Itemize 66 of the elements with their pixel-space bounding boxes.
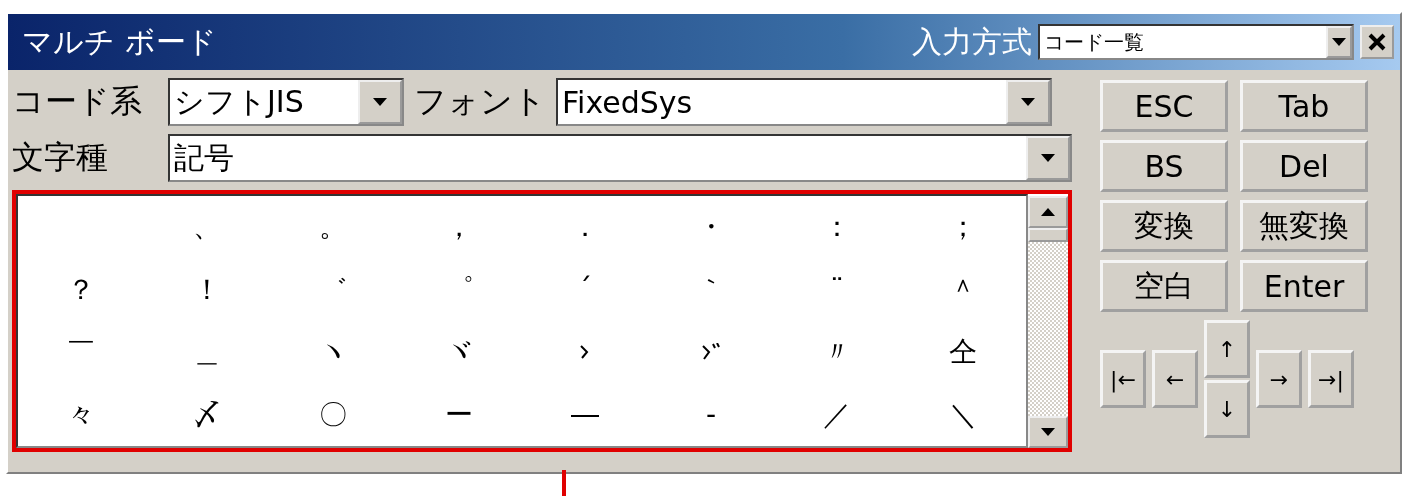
down-arrow-icon — [1041, 428, 1055, 436]
key-button[interactable]: 空白 — [1100, 260, 1228, 312]
close-icon — [1368, 33, 1386, 51]
character-cell[interactable]: ヽ — [319, 333, 347, 372]
char-type-dropdown[interactable]: 記号 — [168, 134, 1072, 182]
key-button[interactable]: 変換 — [1100, 200, 1228, 252]
window-title: マルチ ボード — [22, 22, 218, 61]
key-button[interactable]: Tab — [1240, 80, 1368, 132]
character-cell[interactable]: ！ — [193, 270, 221, 309]
character-cell[interactable]: ― — [571, 398, 599, 432]
scroll-up-button[interactable] — [1028, 196, 1068, 228]
character-cell[interactable]: ￣ — [67, 333, 95, 372]
character-cell[interactable]: ・ — [697, 208, 725, 247]
character-cell[interactable]: ＿ — [193, 333, 221, 372]
character-cell[interactable]: ？ — [67, 270, 95, 309]
end-key[interactable]: →| — [1308, 350, 1354, 408]
character-cell[interactable]: ＼ — [949, 395, 977, 434]
key-button[interactable]: ESC — [1100, 80, 1228, 132]
scroll-thumb[interactable] — [1028, 228, 1068, 242]
scrollbar[interactable] — [1028, 194, 1068, 448]
code-system-label: コード系 — [12, 81, 143, 122]
character-cell[interactable]: ／ — [823, 395, 851, 434]
character-cell[interactable]: ヾ — [445, 333, 473, 372]
input-method-label: 入力方式 — [912, 22, 1032, 61]
down-arrow-icon — [1041, 154, 1055, 162]
right-key[interactable]: → — [1256, 350, 1302, 408]
character-cell[interactable]: ｀ — [697, 270, 725, 309]
down-arrow-icon — [1021, 98, 1035, 106]
character-cell[interactable]: ー — [445, 395, 473, 434]
font-dropdown[interactable]: FixedSys — [556, 78, 1052, 126]
left-key[interactable]: ← — [1152, 350, 1198, 408]
input-method-dropdown[interactable]: コード一覧 — [1038, 24, 1354, 60]
key-button[interactable]: 無変換 — [1240, 200, 1368, 252]
key-button[interactable]: Del — [1240, 140, 1368, 192]
character-cell[interactable]: ゛ — [318, 270, 348, 309]
character-cell[interactable]: ； — [949, 208, 977, 247]
scroll-down-button[interactable] — [1028, 416, 1068, 448]
voiced-iteration-mark-icon[interactable] — [701, 343, 721, 362]
character-cell[interactable]: ＾ — [949, 270, 977, 309]
character-cell[interactable]: 〇 — [319, 395, 347, 434]
character-cell[interactable]: ¨ — [830, 273, 844, 307]
iteration-mark-icon[interactable] — [579, 344, 591, 361]
close-button[interactable] — [1360, 25, 1394, 59]
down-arrow-icon — [373, 98, 387, 106]
down-key[interactable]: ↓ — [1204, 380, 1250, 438]
character-cell[interactable]: 仝 — [949, 333, 977, 372]
up-key[interactable]: ↑ — [1204, 320, 1250, 378]
character-cell[interactable]: 〆 — [193, 395, 221, 434]
character-cell[interactable]: ゜ — [444, 270, 474, 309]
character-cell[interactable]: 〃 — [823, 333, 851, 372]
character-cell[interactable]: ． — [571, 208, 599, 247]
character-cell[interactable]: 々 — [67, 395, 95, 434]
key-button[interactable]: BS — [1100, 140, 1228, 192]
key-button[interactable]: Enter — [1240, 260, 1368, 312]
character-cell[interactable]: ´ — [578, 273, 592, 307]
character-cell[interactable]: 。 — [319, 208, 347, 247]
font-label: フォント — [414, 81, 546, 122]
up-arrow-icon — [1041, 208, 1055, 216]
character-cell[interactable]: ： — [823, 208, 851, 247]
code-system-dropdown[interactable]: シフトJIS — [168, 78, 404, 126]
character-cell[interactable]: ， — [445, 208, 473, 247]
home-key[interactable]: |← — [1100, 350, 1146, 408]
down-arrow-icon — [1332, 38, 1346, 46]
char-type-label: 文字種 — [12, 137, 109, 178]
character-cell[interactable]: ‐ — [705, 398, 717, 432]
character-cell[interactable]: 、 — [193, 208, 221, 247]
